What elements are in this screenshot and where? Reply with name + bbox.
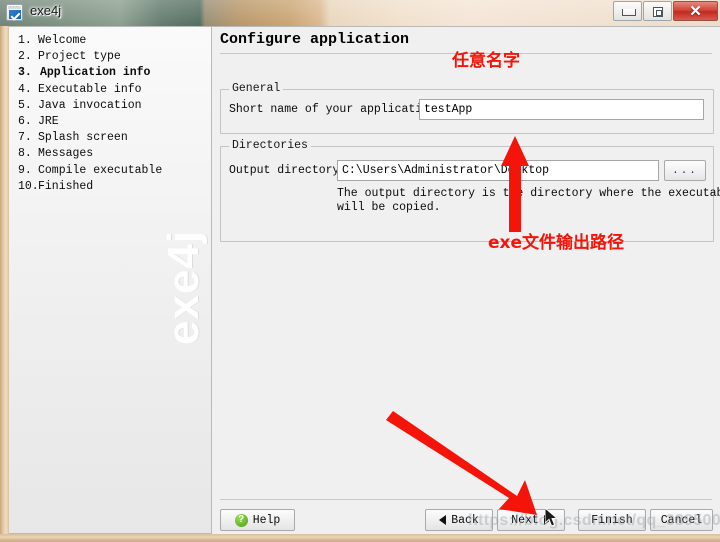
step-label: Messages [38,147,94,161]
maximize-icon [653,7,663,17]
sidebar-item-application-info[interactable]: 3. Application info [18,65,208,81]
wizard-steps-sidebar: 1. Welcome 2. Project type 3. Application inf… [9,26,212,534]
window-frame-bottom [0,534,720,542]
short-name-label: Short name of your application: [229,103,443,116]
step-label: Splash screen [38,131,128,145]
step-number: 8. [18,147,32,161]
title-bar[interactable]: ··· exe4j ✕ [0,0,720,26]
step-number: 5. [18,98,32,112]
wizard-step-list: 1. Welcome 2. Project type 3. Application inf… [18,33,208,195]
annotation-path-note: exe文件输出路径 [488,233,625,253]
output-directory-input[interactable] [337,160,659,181]
close-icon: ✕ [689,3,702,20]
window-controls: ✕ [612,1,718,22]
annotation-name-note: 任意名字 [452,51,520,71]
step-number: 1. [18,34,32,47]
step-number: 4. [18,82,32,96]
sidebar-item-executable-info[interactable]: 4. Executable info [18,82,208,98]
page-title: Configure application [220,31,410,48]
step-number: 10. [18,179,39,193]
step-label: JRE [38,115,59,129]
main-pane: Configure application General Short name… [212,26,720,534]
step-number: 7. [18,131,32,145]
app-window: ··· exe4j ✕ 1. Welcome 2. Project type 3. App… [0,0,720,542]
directories-group-title: Directories [229,139,311,152]
step-label: Finished [38,179,94,193]
step-label: Project type [38,50,121,64]
minimize-button[interactable] [613,1,642,21]
step-number: 6. [18,115,32,129]
sidebar-item-splash-screen[interactable]: 7. Splash screen [18,130,208,146]
sidebar-watermark: exe4j [159,229,208,345]
step-label: Java invocation [38,98,142,112]
step-label: Executable info [38,82,142,96]
sidebar-item-messages[interactable]: 8. Messages [18,146,208,162]
help-button-label: Help [252,513,281,527]
step-number: 3. [18,66,32,80]
step-number: 9. [18,163,32,177]
blog-watermark: https://blog.csdn.net/qq_38950013 [468,512,720,529]
directories-group: Directories Output directory: ... The ou… [220,139,720,242]
exe4j-app-icon: ··· [6,4,23,21]
browse-directory-button[interactable]: ... [664,160,706,181]
window-body: 1. Welcome 2. Project type 3. Application inf… [0,26,720,542]
output-directory-label: Output directory: [229,164,347,177]
sidebar-item-finished[interactable]: 10. Finished [18,179,208,195]
close-button[interactable]: ✕ [673,1,718,21]
general-group: General Short name of your application: [220,82,714,134]
window-frame-left [0,26,9,542]
step-label: Compile executable [38,163,163,177]
sidebar-item-java-invocation[interactable]: 5. Java invocation [18,98,208,114]
maximize-button[interactable] [643,1,672,21]
general-group-title: General [229,82,284,95]
step-label: Application info [40,66,151,80]
sidebar-item-welcome[interactable]: 1. Welcome [18,33,208,49]
help-button[interactable]: ? Help [220,509,295,531]
step-number: 2. [18,50,32,64]
sidebar-item-jre[interactable]: 6. JRE [18,114,208,130]
sidebar-item-project-type[interactable]: 2. Project type [18,49,208,65]
sidebar-item-compile-executable[interactable]: 9. Compile executable [18,163,208,179]
minimize-icon [622,9,636,16]
mouse-cursor [545,508,559,527]
arrow-left-icon [439,515,447,525]
output-directory-hint: The output directory is the directory wh… [337,187,720,214]
button-bar-divider [220,499,712,500]
short-name-input[interactable] [419,99,704,120]
help-icon: ? [234,513,248,527]
step-label: Welcome [38,34,87,47]
window-title: exe4j [30,3,62,18]
